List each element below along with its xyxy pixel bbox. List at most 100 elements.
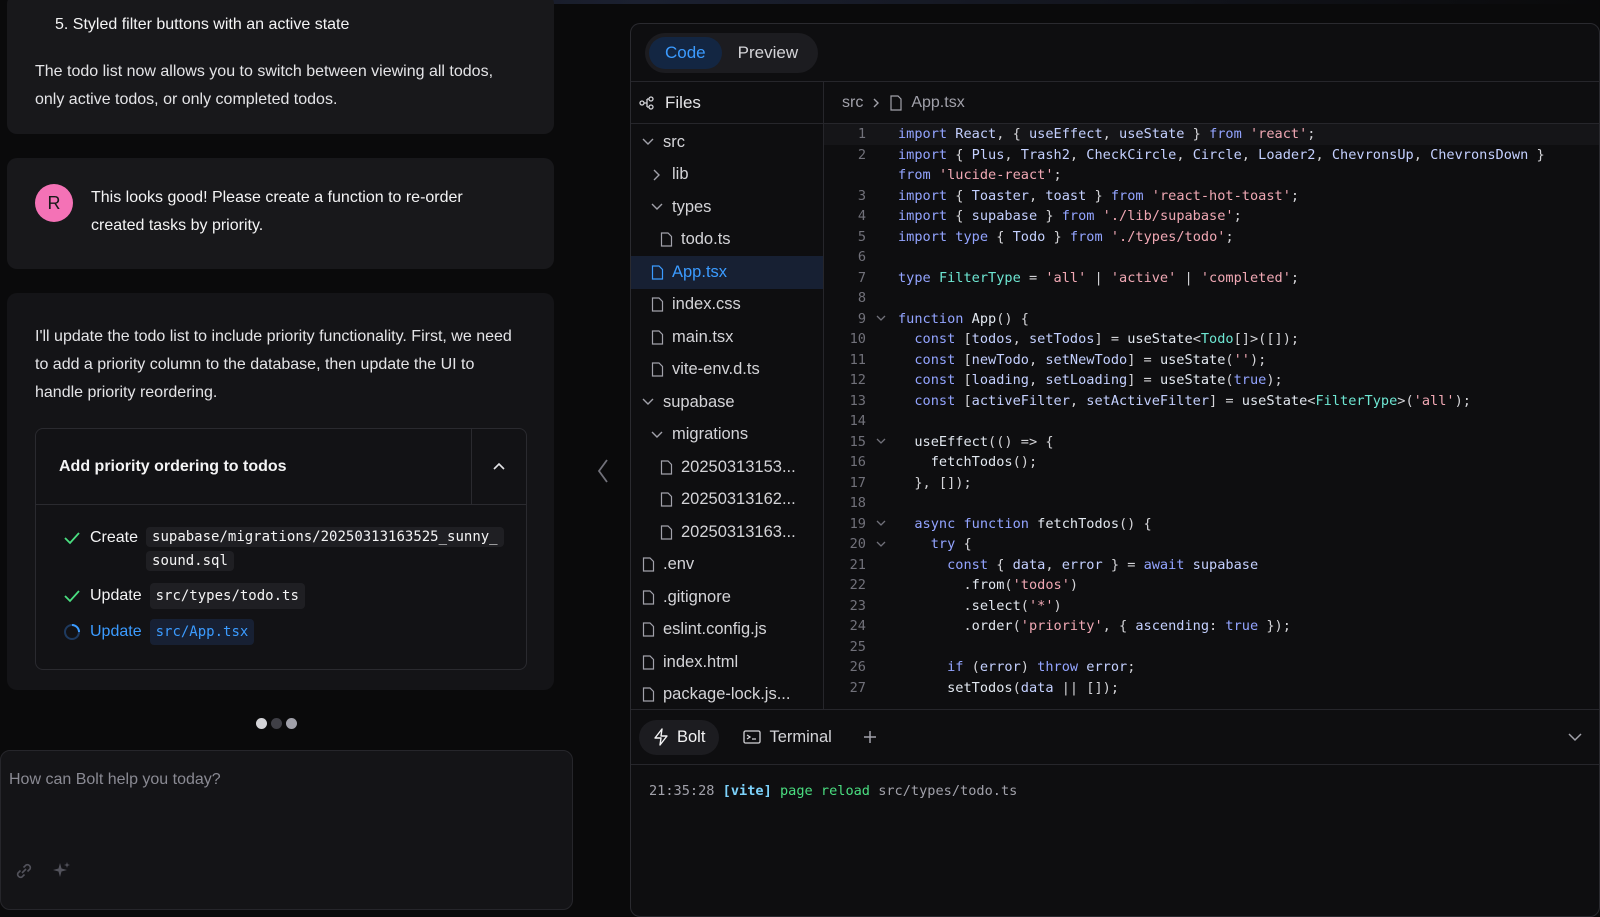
file-tree-file[interactable]: 20250313163... [631,516,823,549]
file-tree-file[interactable]: todo.ts [631,224,823,257]
terminal-output[interactable]: 21:35:28 [vite] page reload src/types/to… [631,765,1599,799]
code-text: import type { Todo } from './types/todo'… [898,228,1234,245]
prompt-input[interactable] [1,751,572,851]
fold-gutter[interactable] [866,432,896,453]
prompt-box [0,750,573,910]
action-item: Update src/App.tsx [62,619,526,645]
file-tree-folder[interactable]: src [631,126,823,159]
fold-gutter[interactable] [866,309,896,330]
fold-gutter[interactable] [866,514,896,535]
file-tree-file[interactable]: package-lock.js... [631,679,823,712]
file-icon [641,687,655,702]
terminal-panel: Bolt Terminal 21:35:28 [vite] page reloa… [631,709,1599,916]
tab-preview[interactable]: Preview [722,37,814,69]
line-number: 3 [857,187,866,204]
tab-bolt[interactable]: Bolt [639,719,720,755]
file-tree-label: supabase [663,392,735,411]
code-view[interactable]: 1 import React, { useEffect, useState } f… [824,124,1599,709]
code-line[interactable]: 12 const [loading, setLoading] = useStat… [824,370,1599,391]
code-line[interactable]: 11 const [newTodo, setNewTodo] = useStat… [824,350,1599,371]
code-line[interactable]: 4 import { supabase } from './lib/supabas… [824,206,1599,227]
code-line[interactable]: 20 try { [824,534,1599,555]
code-line[interactable]: 16 fetchTodos(); [824,452,1599,473]
action-file-path[interactable]: src/types/todo.ts [149,583,305,609]
code-line[interactable]: 5 import type { Todo } from './types/todo… [824,227,1599,248]
code-text: const [todos, setTodos] = useState<Todo[… [914,331,1300,347]
file-tree-file[interactable]: index.html [631,646,823,679]
code-line[interactable]: 23 .select('*') [824,596,1599,617]
artifact-header[interactable]: Add priority ordering to todos [36,429,526,505]
file-icon [641,622,655,637]
code-line[interactable]: 14 [824,411,1599,432]
code-text: if (error) throw error; [947,659,1136,675]
code-text: const [activeFilter, setActiveFilter] = … [914,392,1471,409]
add-terminal-plus-icon[interactable] [862,729,878,745]
code-line[interactable]: 21 const { data, error } = await supabas… [824,555,1599,576]
file-tree-folder[interactable]: supabase [631,386,823,419]
code-line[interactable]: 2 import { Plus, Trash2, CheckCircle, Cir… [824,145,1599,166]
file-tree-file[interactable]: .env [631,549,823,582]
artifact-title[interactable]: Add priority ordering to todos [36,429,471,504]
breadcrumb-file[interactable]: App.tsx [911,94,964,112]
code-text: import { Toaster, toast } from 'react-ho… [898,187,1300,204]
code-line[interactable]: 27 setTodos(data || []); [824,678,1599,699]
file-tree-file[interactable]: 20250313153... [631,451,823,484]
line-number: 14 [849,413,866,429]
action-file-path[interactable]: src/App.tsx [149,619,255,645]
enhance-prompt-sparkle-icon[interactable] [51,860,73,887]
line-number [824,165,866,186]
fold-chevron-icon [876,520,886,527]
fold-gutter [866,206,896,227]
line-number: 11 [849,351,866,368]
file-tree-folder[interactable]: lib [631,159,823,192]
code-line[interactable]: 17 }, []); [824,473,1599,494]
line-number: 23 [849,597,866,614]
lightning-bolt-icon [654,728,668,746]
code-text: async function fetchTodos() { [914,515,1152,532]
fold-gutter [866,145,896,166]
file-tree-folder[interactable]: migrations [631,419,823,452]
artifact-collapse-button[interactable] [471,429,526,504]
breadcrumb-folder[interactable]: src [842,94,863,112]
file-tree-file[interactable]: main.tsx [631,321,823,354]
code-text: import React, { useEffect, useState } fr… [898,126,1316,142]
file-tree-file[interactable]: eslint.config.js [631,614,823,647]
code-line[interactable]: 26 if (error) throw error; [824,657,1599,678]
file-tree-file[interactable]: App.tsx [631,256,823,289]
code-line[interactable]: from 'lucide-react'; [824,165,1599,186]
fold-gutter [866,411,896,432]
action-file-path[interactable]: supabase/migrations/20250313163525_sunny… [146,527,504,571]
fold-gutter [866,124,896,145]
file-tree-folder[interactable]: types [631,191,823,224]
attach-link-icon[interactable] [13,860,35,887]
code-line[interactable]: 13 const [activeFilter, setActiveFilter]… [824,391,1599,412]
code-line[interactable]: 25 [824,637,1599,658]
fold-gutter[interactable] [866,534,896,555]
code-line[interactable]: 10 const [todos, setTodos] = useState<To… [824,329,1599,350]
file-tree-file[interactable]: index.css [631,289,823,322]
file-icon [650,330,664,345]
code-line[interactable]: 9 function App() { [824,309,1599,330]
code-line[interactable]: 6 [824,247,1599,268]
line-number: 19 [849,515,866,532]
action-verb: Create [90,529,139,546]
code-line[interactable]: 24 .order('priority', { ascending: true … [824,616,1599,637]
file-tree-file[interactable]: vite-env.d.ts [631,354,823,387]
code-line[interactable]: 1 import React, { useEffect, useState } f… [824,124,1599,145]
collapse-chat-chevron-left-icon[interactable] [596,458,610,489]
code-line[interactable]: 22 .from('todos') [824,575,1599,596]
file-tree-file[interactable]: 20250313162... [631,484,823,517]
file-tree-file[interactable]: .gitignore [631,581,823,614]
code-line[interactable]: 3 import { Toaster, toast } from 'react-h… [824,186,1599,207]
code-line[interactable]: 15 useEffect(() => { [824,432,1599,453]
fold-chevron-icon [876,541,886,547]
tab-code[interactable]: Code [649,36,722,69]
code-text: try { [930,536,972,552]
collapse-terminal-chevron-down-icon[interactable] [1567,732,1583,742]
code-line[interactable]: 8 [824,288,1599,309]
code-line[interactable]: 19 async function fetchTodos() { [824,514,1599,535]
code-line[interactable]: 7 type FilterType = 'all' | 'active' | 'c… [824,268,1599,289]
code-line[interactable]: 18 [824,493,1599,514]
fold-gutter [866,350,896,371]
tab-terminal[interactable]: Terminal [729,720,845,755]
